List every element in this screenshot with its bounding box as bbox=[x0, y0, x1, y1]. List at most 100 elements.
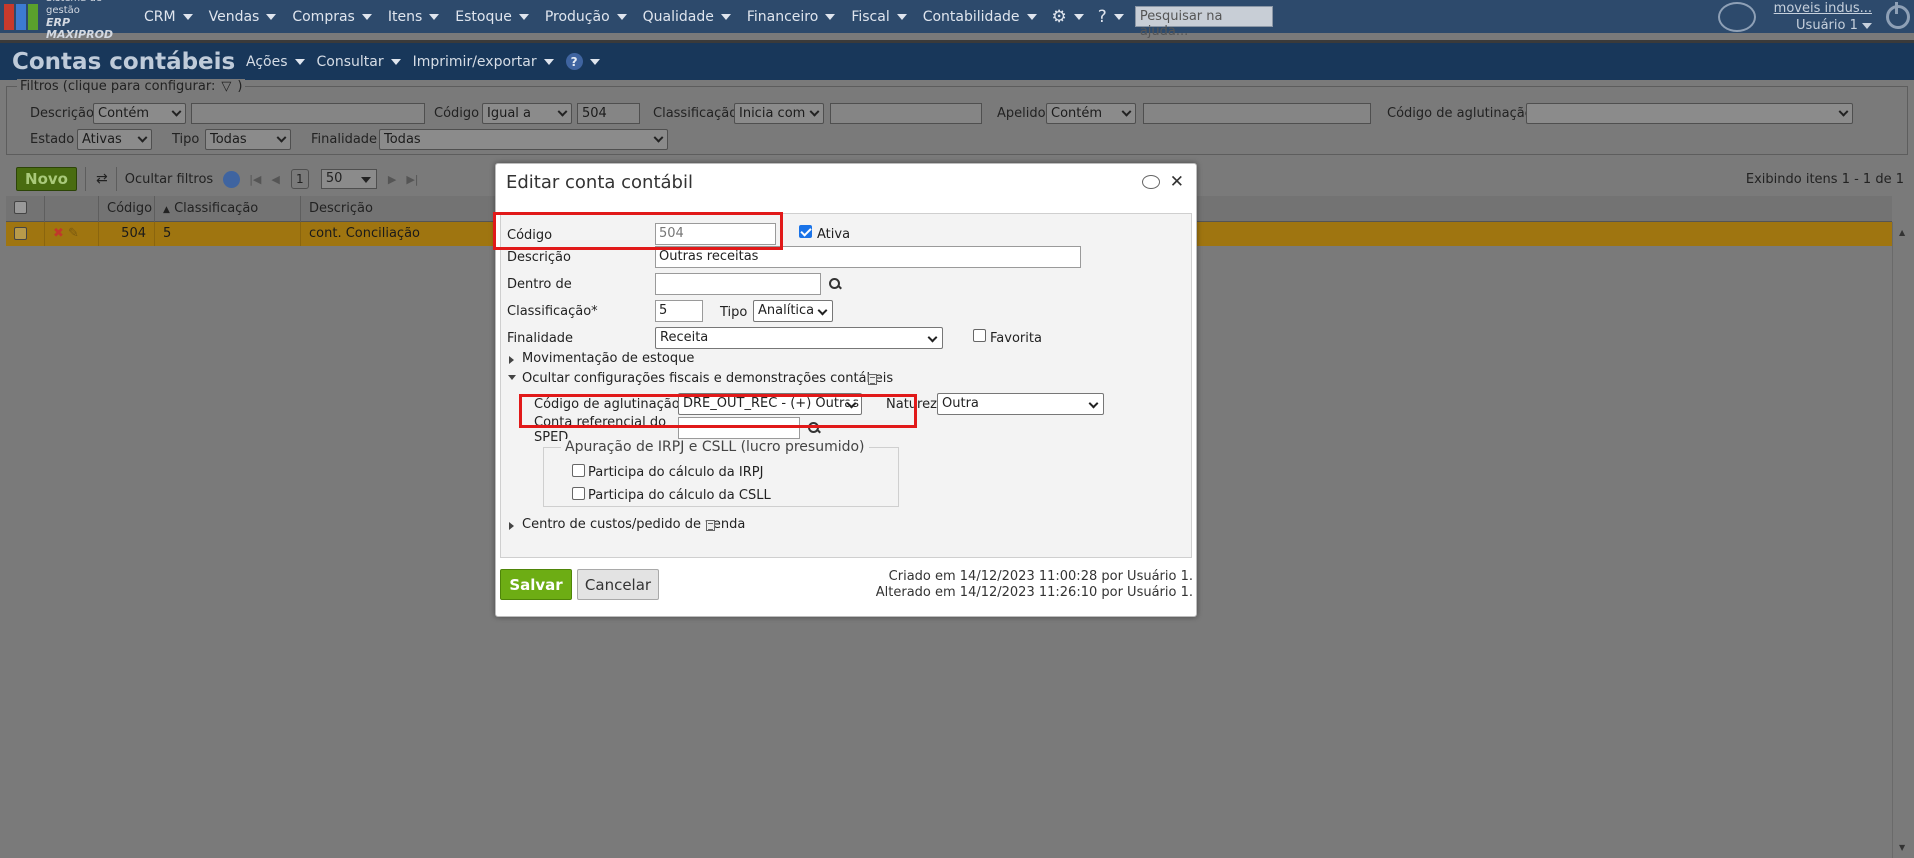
classificacao-field[interactable]: 5 bbox=[655, 300, 703, 322]
filter-codigo-op[interactable]: Igual a bbox=[482, 103, 572, 124]
descricao-label: Descrição bbox=[507, 250, 571, 265]
tipo-select[interactable]: Analítica bbox=[753, 300, 833, 322]
power-icon[interactable] bbox=[1886, 1, 1910, 29]
print-export-menu[interactable]: Imprimir/exportar bbox=[413, 54, 554, 70]
natureza-select[interactable]: Outra bbox=[937, 393, 1104, 415]
filter-codigo-label: Código bbox=[434, 106, 480, 121]
ativa-checkbox[interactable] bbox=[799, 225, 812, 238]
filter-codigo-input[interactable]: 504 bbox=[577, 103, 640, 124]
delete-icon[interactable]: ✖ bbox=[53, 226, 64, 241]
row-checkbox[interactable] bbox=[14, 227, 27, 240]
help-icon[interactable] bbox=[223, 170, 241, 188]
fiscal-section-toggle[interactable]: Ocultar configurações fiscais e demonstr… bbox=[522, 371, 893, 386]
brand-line2: ERP MAXIPROD bbox=[46, 15, 114, 41]
consult-menu[interactable]: Consultar bbox=[317, 54, 401, 70]
expand-icon[interactable] bbox=[509, 522, 514, 530]
col-classificacao[interactable]: ▲ Classificação bbox=[154, 196, 300, 222]
comment-icon[interactable] bbox=[1141, 175, 1160, 189]
dialog-title: Editar conta contábil bbox=[506, 172, 693, 193]
chat-icon[interactable] bbox=[1717, 1, 1756, 32]
dialog-body: Código 504 Ativa Descrição Outras receit… bbox=[500, 213, 1192, 558]
filter-classificacao-label: Classificação bbox=[653, 106, 738, 121]
filter-icon: ▽ bbox=[221, 79, 232, 94]
menu-producao[interactable]: Produção bbox=[537, 9, 635, 25]
help-search-input[interactable]: Pesquisar na ajuda... bbox=[1134, 6, 1273, 39]
finalidade-select[interactable]: Receita bbox=[655, 327, 943, 349]
menu-crm[interactable]: CRM bbox=[136, 9, 201, 25]
menu-estoque[interactable]: Estoque bbox=[447, 9, 537, 25]
new-button[interactable]: Novo bbox=[16, 167, 77, 191]
filter-apelido-op[interactable]: Contém bbox=[1046, 103, 1136, 124]
codigo-label: Código bbox=[507, 228, 553, 243]
save-button[interactable]: Salvar bbox=[500, 569, 572, 600]
chevron-down-icon bbox=[616, 13, 627, 20]
menu-financeiro[interactable]: Financeiro bbox=[739, 9, 843, 25]
aglutinacao-select[interactable]: DRE_OUT_REC - (+) Outras Rec bbox=[678, 393, 862, 415]
prev-page-icon[interactable]: ◀ bbox=[271, 173, 279, 186]
menu-contabilidade[interactable]: Contabilidade bbox=[915, 9, 1045, 25]
filter-apelido-input[interactable] bbox=[1143, 103, 1371, 124]
actions-menu[interactable]: Ações bbox=[246, 54, 305, 70]
descricao-field[interactable]: Outras receitas bbox=[655, 246, 1081, 268]
page-number-input[interactable]: 1 bbox=[290, 169, 309, 189]
favorita-checkbox[interactable] bbox=[973, 329, 986, 342]
refresh-icon[interactable]: ⇄ bbox=[96, 171, 108, 187]
irpj-checkbox[interactable] bbox=[572, 464, 585, 477]
csll-checkbox[interactable] bbox=[572, 487, 585, 500]
scroll-up-icon[interactable]: ▲ bbox=[1899, 228, 1905, 237]
document-icon[interactable] bbox=[706, 520, 715, 531]
settings-menu[interactable]: ⚙ bbox=[1045, 7, 1091, 27]
irpj-label: Participa do cálculo da IRPJ bbox=[588, 465, 764, 480]
menu-itens[interactable]: Itens bbox=[380, 9, 447, 25]
filter-aglutinacao-select[interactable] bbox=[1526, 103, 1853, 124]
menu-compras[interactable]: Compras bbox=[284, 9, 380, 25]
filter-estado-select[interactable]: Ativas bbox=[77, 129, 152, 150]
filter-classificacao-input[interactable] bbox=[830, 103, 982, 124]
document-icon[interactable] bbox=[868, 374, 877, 385]
page-help-menu[interactable]: ? bbox=[565, 53, 600, 70]
hide-filters-button[interactable]: Ocultar filtros bbox=[125, 172, 213, 187]
close-icon[interactable]: ✕ bbox=[1170, 172, 1184, 192]
select-all-checkbox[interactable] bbox=[14, 201, 27, 214]
filter-descricao-input[interactable] bbox=[191, 103, 425, 124]
filter-finalidade-select[interactable]: Todas bbox=[379, 129, 668, 150]
filter-classificacao-op[interactable]: Inicia com bbox=[734, 103, 824, 124]
chevron-down-icon bbox=[720, 13, 731, 20]
collapse-icon[interactable] bbox=[508, 375, 516, 380]
filters-panel: Filtros (clique para configurar: ▽ ) Des… bbox=[6, 79, 1908, 155]
last-page-icon[interactable]: ▶| bbox=[406, 173, 418, 186]
menu-qualidade[interactable]: Qualidade bbox=[635, 9, 739, 25]
grid-scrollbar[interactable]: ▲ ▼ bbox=[1892, 222, 1914, 858]
search-icon[interactable] bbox=[808, 422, 820, 434]
next-page-icon[interactable]: ▶ bbox=[388, 173, 396, 186]
filter-tipo-select[interactable]: Todas bbox=[205, 129, 291, 150]
classificacao-label: Classificação* bbox=[507, 304, 598, 319]
expand-icon[interactable] bbox=[509, 356, 514, 364]
cancel-button[interactable]: Cancelar bbox=[577, 569, 659, 600]
scroll-down-icon[interactable]: ▼ bbox=[1899, 843, 1905, 852]
mov-estoque-section[interactable]: Movimentação de estoque bbox=[522, 351, 694, 366]
chevron-down-icon bbox=[390, 58, 401, 65]
main-menu: CRM Vendas Compras Itens Estoque Produçã… bbox=[136, 0, 1273, 39]
filters-legend[interactable]: Filtros (clique para configurar: ▽ ) bbox=[17, 79, 246, 94]
sort-asc-icon: ▲ bbox=[163, 205, 170, 215]
app-logo[interactable]: Sistema de gestão ERP MAXIPROD bbox=[0, 0, 136, 40]
page-size-select[interactable]: 50 bbox=[320, 169, 377, 189]
help-menu[interactable]: ? bbox=[1091, 7, 1131, 27]
first-page-icon[interactable]: |◀ bbox=[249, 173, 261, 186]
col-codigo[interactable]: Código bbox=[98, 196, 154, 222]
menu-fiscal[interactable]: Fiscal bbox=[843, 9, 914, 25]
help-icon: ? bbox=[1097, 6, 1107, 27]
dentro-field[interactable] bbox=[655, 273, 821, 295]
company-link[interactable]: moveis indus... bbox=[1774, 0, 1872, 17]
dentro-label: Dentro de bbox=[507, 277, 572, 292]
menu-vendas[interactable]: Vendas bbox=[201, 9, 285, 25]
user-menu[interactable]: Usuário 1 bbox=[1774, 17, 1872, 34]
chevron-down-icon bbox=[171, 106, 182, 117]
edit-icon[interactable]: ✎ bbox=[68, 226, 79, 241]
filter-descricao-op[interactable]: Contém bbox=[93, 103, 186, 124]
sped-field[interactable] bbox=[678, 417, 800, 439]
search-icon[interactable] bbox=[829, 278, 841, 290]
filter-descricao-label: Descrição bbox=[30, 106, 94, 121]
codigo-field[interactable]: 504 bbox=[655, 223, 776, 245]
